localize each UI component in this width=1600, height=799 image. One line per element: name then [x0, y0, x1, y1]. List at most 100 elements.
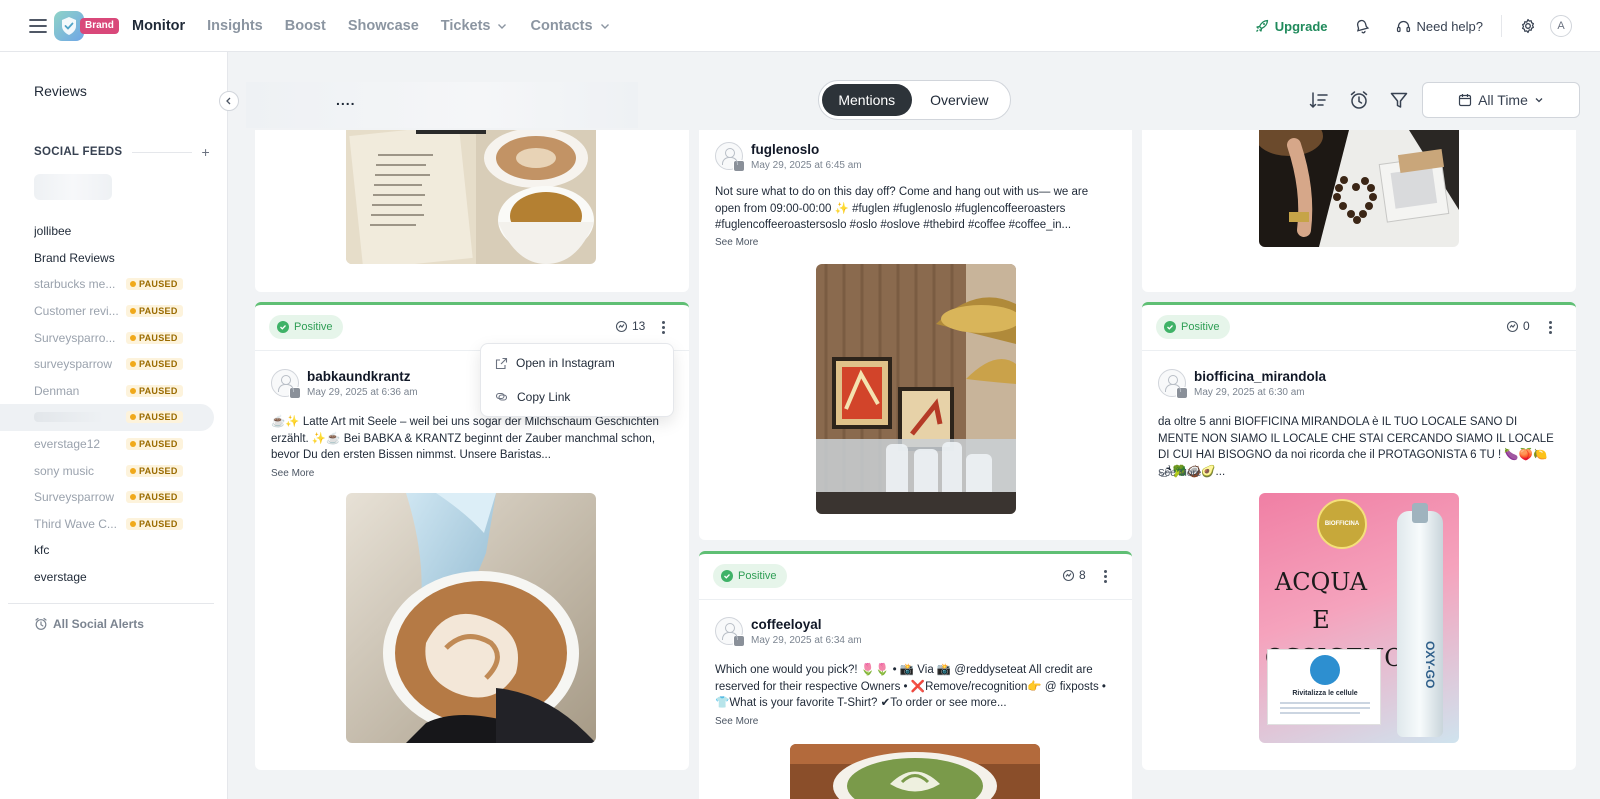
- copy-link-icon: [495, 392, 508, 401]
- sidebar-feed-item[interactable]: Customer revi... PAUSED: [0, 298, 228, 325]
- feed-name: everstage: [34, 570, 87, 585]
- paused-label: PAUSED: [139, 306, 178, 317]
- paused-label: PAUSED: [139, 439, 178, 450]
- mention-card[interactable]: fuglenoslo May 29, 2025 at 6:45 am Not s…: [699, 130, 1132, 540]
- paused-badge: PAUSED: [126, 438, 183, 451]
- date-range-label: All Time: [1478, 92, 1528, 108]
- paused-dot-icon: [130, 361, 136, 368]
- post-author[interactable]: coffeeloyal May 29, 2025 at 6:34 am: [715, 617, 862, 647]
- paused-label: PAUSED: [139, 359, 178, 370]
- author-name[interactable]: babkaundkrantz: [307, 369, 418, 385]
- upgrade-button[interactable]: Upgrade: [1255, 19, 1328, 34]
- feed-name: Surveysparrow: [34, 490, 115, 505]
- blurred-feed-item[interactable]: [34, 174, 112, 200]
- author-name[interactable]: coffeeloyal: [751, 617, 862, 633]
- social-feed-list: jollibee Brand Reviews starbucks me... PAUS…: [0, 218, 228, 590]
- paused-label: PAUSED: [139, 332, 178, 343]
- more-options-icon[interactable]: [655, 318, 671, 336]
- see-more-link[interactable]: See More: [271, 468, 314, 479]
- sidebar-feed-item[interactable]: Denman PAUSED: [0, 378, 228, 405]
- paused-dot-icon: [130, 387, 136, 394]
- sidebar-feed-item[interactable]: Surveysparro... PAUSED: [0, 324, 228, 351]
- see-more-link[interactable]: See More: [715, 237, 758, 248]
- sidebar-feed-item[interactable]: kfc: [0, 537, 228, 564]
- copy-link-option[interactable]: Copy Link: [487, 382, 667, 412]
- brand-logo[interactable]: Brand: [54, 11, 119, 41]
- sidebar-feed-item[interactable]: PAUSED: [0, 404, 214, 431]
- engagement-value: 8: [1079, 568, 1086, 582]
- user-avatar[interactable]: A: [1550, 15, 1572, 37]
- post-image[interactable]: [816, 264, 1016, 514]
- all-social-alerts-link[interactable]: All Social Alerts: [34, 617, 144, 631]
- sidebar-feed-item[interactable]: jollibee: [0, 218, 228, 245]
- post-author[interactable]: babkaundkrantz May 29, 2025 at 6:36 am: [271, 369, 418, 399]
- post-image[interactable]: [346, 493, 596, 743]
- mention-card[interactable]: Positive 0 biofficina_mirandola May 29, …: [1142, 302, 1576, 770]
- post-image[interactable]: [790, 744, 1040, 799]
- filter-icon[interactable]: [1388, 89, 1410, 111]
- upgrade-label: Upgrade: [1274, 18, 1328, 34]
- sidebar-feed-item[interactable]: Brand Reviews: [0, 245, 228, 272]
- sidebar-feed-item[interactable]: everstage12 PAUSED: [0, 431, 228, 458]
- more-options-icon[interactable]: [1097, 567, 1113, 585]
- engagement-count: 8: [1062, 568, 1086, 582]
- need-help-button[interactable]: Need help?: [1396, 19, 1483, 34]
- date-range-select[interactable]: All Time: [1422, 82, 1580, 118]
- nav-tickets[interactable]: Tickets: [441, 18, 509, 34]
- sidebar-feed-item[interactable]: everstage: [0, 564, 228, 591]
- mention-card[interactable]: Positive 8 coffeeloyal May 29, 2025 at 6…: [699, 551, 1132, 799]
- post-image[interactable]: BIOFFICINA ACQUA E OSSIGENO OXY-GO Rivit…: [1259, 493, 1459, 743]
- nav-contacts[interactable]: Contacts: [530, 18, 610, 34]
- post-author[interactable]: biofficina_mirandola May 29, 2025 at 6:3…: [1158, 369, 1326, 399]
- see-more-link[interactable]: See More: [715, 716, 758, 727]
- collapse-sidebar-button[interactable]: [219, 91, 239, 111]
- nav-boost[interactable]: Boost: [285, 18, 326, 34]
- sidebar-feed-item[interactable]: sony music PAUSED: [0, 457, 228, 484]
- nav-boost-label: Boost: [284, 18, 326, 34]
- paused-badge: PAUSED: [126, 464, 183, 477]
- menu-icon[interactable]: [28, 16, 48, 36]
- feed-name: Denman: [34, 383, 80, 398]
- breadcrumb-area: [246, 82, 638, 128]
- engagement-value: 13: [632, 319, 646, 333]
- nav-monitor[interactable]: Monitor: [132, 18, 185, 34]
- alarm-icon[interactable]: [1348, 89, 1370, 111]
- mention-card[interactable]: [255, 130, 689, 292]
- sidebar-feed-item[interactable]: starbucks me... PAUSED: [0, 271, 228, 298]
- paused-label: PAUSED: [139, 465, 178, 476]
- view-toggle: Mentions Overview: [818, 80, 1011, 120]
- check-icon: [721, 570, 733, 582]
- post-author[interactable]: fuglenoslo May 29, 2025 at 6:45 am: [715, 142, 862, 172]
- post-date: May 29, 2025 at 6:30 am: [1194, 387, 1305, 398]
- open-in-instagram-option[interactable]: Open in Instagram: [487, 348, 667, 378]
- mention-card[interactable]: [1142, 130, 1576, 292]
- more-options-icon[interactable]: [1542, 318, 1558, 336]
- sentiment-label: Positive: [294, 321, 333, 333]
- tab-overview[interactable]: Overview: [912, 84, 1007, 116]
- tab-mentions[interactable]: Mentions: [822, 84, 912, 116]
- breadcrumb: ....: [336, 92, 356, 108]
- post-image[interactable]: [346, 130, 596, 264]
- sidebar-feed-item[interactable]: Third Wave C... PAUSED: [0, 511, 228, 538]
- post-options-menu: Open in Instagram Copy Link: [480, 343, 674, 417]
- post-image[interactable]: [1259, 130, 1459, 247]
- add-feed-plus-icon[interactable]: +: [202, 144, 210, 160]
- brand-badge: Brand: [80, 18, 119, 34]
- nav-insights[interactable]: Insights: [207, 18, 263, 34]
- engagement-count: 0: [1506, 319, 1530, 333]
- gear-icon[interactable]: [1520, 18, 1536, 34]
- author-name[interactable]: fuglenoslo: [751, 142, 862, 158]
- author-name[interactable]: biofficina_mirandola: [1194, 369, 1326, 385]
- sort-icon[interactable]: [1308, 89, 1330, 111]
- sidebar-feed-item[interactable]: surveysparrow PAUSED: [0, 351, 228, 378]
- paused-dot-icon: [130, 308, 136, 315]
- feed-name: kfc: [34, 543, 50, 558]
- sidebar-feed-item[interactable]: Surveysparrow PAUSED: [0, 484, 228, 511]
- social-feeds-header: SOCIAL FEEDS +: [34, 144, 210, 160]
- notification-bell-icon[interactable]: [1354, 18, 1370, 34]
- nav-showcase[interactable]: Showcase: [348, 18, 419, 34]
- author-avatar: [715, 142, 745, 172]
- sentiment-badge: Positive: [1156, 315, 1230, 339]
- post-date: May 29, 2025 at 6:45 am: [751, 160, 862, 171]
- see-more-link[interactable]: See More: [1158, 468, 1201, 479]
